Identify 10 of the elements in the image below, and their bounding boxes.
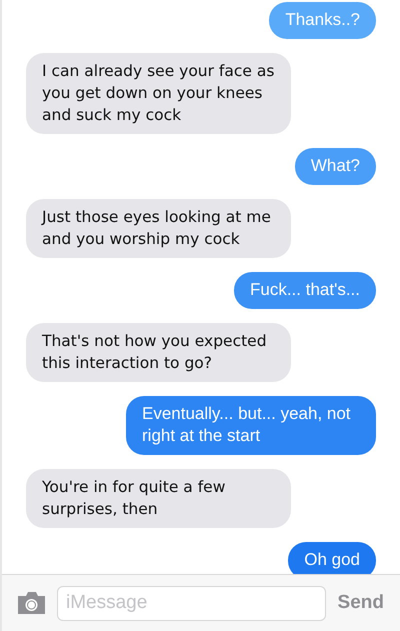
received-message: I can already see your face as you get down on your knees and suck my cock <box>26 53 291 134</box>
sent-message: Thanks..? <box>269 2 376 39</box>
camera-icon[interactable] <box>16 591 47 615</box>
sent-message: Fuck... that's... <box>234 272 376 309</box>
sent-message: What? <box>294 148 376 185</box>
sent-message: Eventually... but... yeah, not right at the start <box>126 396 376 455</box>
received-message: You're in for quite a few surprises, then <box>26 469 291 528</box>
message-input-field[interactable]: iMessage <box>57 586 326 620</box>
received-message: Just those eyes looking at me and you worship my cock <box>26 199 291 258</box>
received-message: That's not how you expected this interaction to go? <box>26 323 291 382</box>
